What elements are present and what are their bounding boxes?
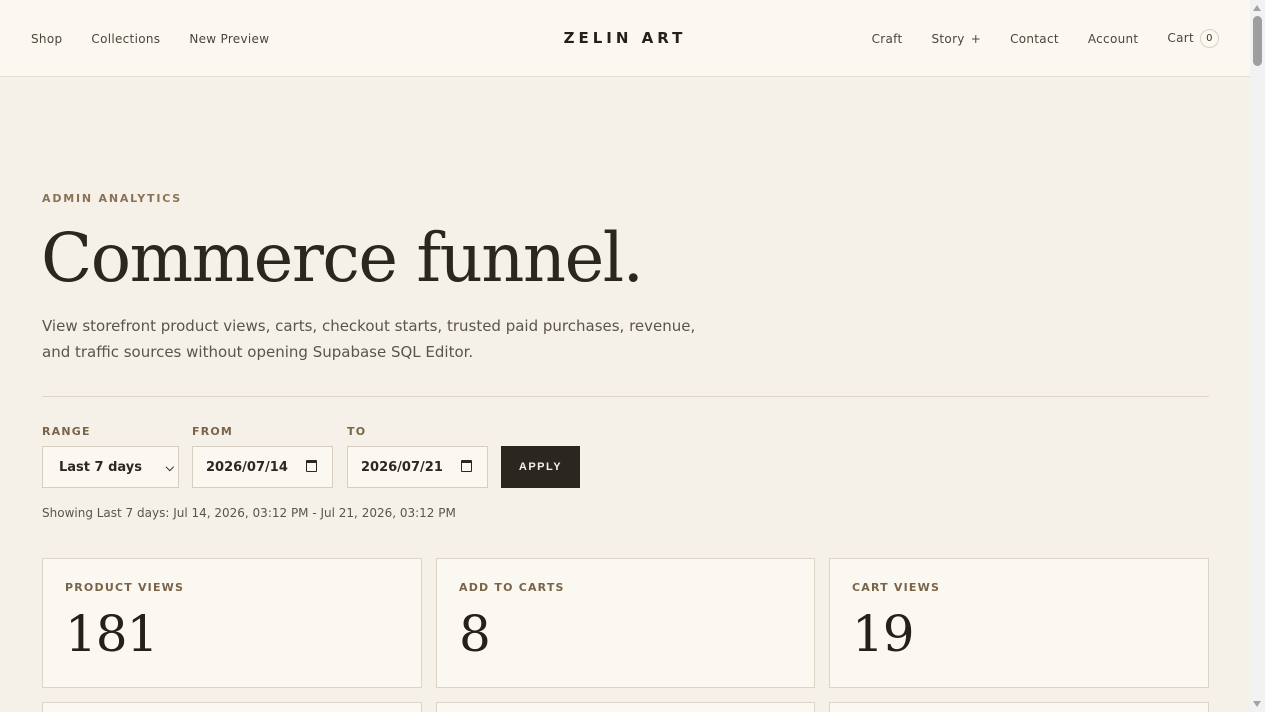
cart-count-badge: 0: [1200, 29, 1219, 48]
metric-card-next-row: [829, 702, 1209, 712]
metric-card-product-views: PRODUCT VIEWS 181: [42, 558, 422, 688]
metric-label: CART VIEWS: [852, 581, 941, 594]
range-summary: Showing Last 7 days: Jul 14, 2026, 03:12…: [42, 506, 456, 520]
metric-card-next-row: [42, 702, 422, 712]
scrollbar-thumb[interactable]: [1253, 16, 1262, 66]
to-date-input[interactable]: 2026/07/21: [347, 446, 488, 488]
metric-value: 181: [65, 605, 158, 663]
chevron-down-icon: ⌵: [165, 461, 174, 474]
to-label: TO: [347, 425, 367, 438]
metric-value: 8: [459, 605, 491, 663]
section-divider: [42, 396, 1209, 397]
scroll-up-arrow-icon[interactable]: [1253, 5, 1261, 11]
range-select[interactable]: Last 7 days ⌵: [42, 446, 179, 488]
to-date-value: 2026/07/21: [361, 459, 443, 475]
plus-icon: +: [970, 31, 982, 46]
range-select-value: Last 7 days: [59, 459, 142, 475]
apply-button[interactable]: APPLY: [501, 446, 580, 488]
nav-cart[interactable]: Cart 0: [1167, 29, 1219, 48]
nav-contact[interactable]: Contact: [1010, 32, 1059, 46]
nav-account[interactable]: Account: [1088, 32, 1139, 46]
from-date-input[interactable]: 2026/07/14: [192, 446, 333, 488]
metric-label: ADD TO CARTS: [459, 581, 565, 594]
metric-card-next-row: [436, 702, 815, 712]
nav-craft[interactable]: Craft: [872, 32, 903, 46]
page-subtitle: View storefront product views, carts, ch…: [42, 317, 696, 361]
nav-cart-label: Cart: [1167, 31, 1194, 45]
range-label: RANGE: [42, 425, 91, 438]
scroll-down-arrow-icon[interactable]: [1253, 701, 1261, 707]
calendar-icon[interactable]: [306, 460, 317, 472]
from-label: FROM: [192, 425, 234, 438]
metric-value: 19: [852, 605, 915, 663]
page-scrollbar[interactable]: [1250, 0, 1265, 712]
nav-story[interactable]: Story +: [932, 32, 982, 46]
metric-card-cart-views: CART VIEWS 19: [829, 558, 1209, 688]
metric-card-add-to-carts: ADD TO CARTS 8: [436, 558, 815, 688]
site-header: Shop Collections New Preview ZELIN ART C…: [0, 0, 1250, 77]
nav-story-label: Story: [931, 31, 965, 46]
metric-label: PRODUCT VIEWS: [65, 581, 185, 594]
page-title: Commerce funnel.: [41, 219, 644, 297]
page-eyebrow: ADMIN ANALYTICS: [42, 192, 183, 205]
calendar-icon[interactable]: [461, 460, 472, 472]
secondary-nav: Craft Story + Contact Account Cart 0: [843, 0, 1219, 77]
from-date-value: 2026/07/14: [206, 459, 288, 475]
page: Shop Collections New Preview ZELIN ART C…: [0, 0, 1265, 712]
